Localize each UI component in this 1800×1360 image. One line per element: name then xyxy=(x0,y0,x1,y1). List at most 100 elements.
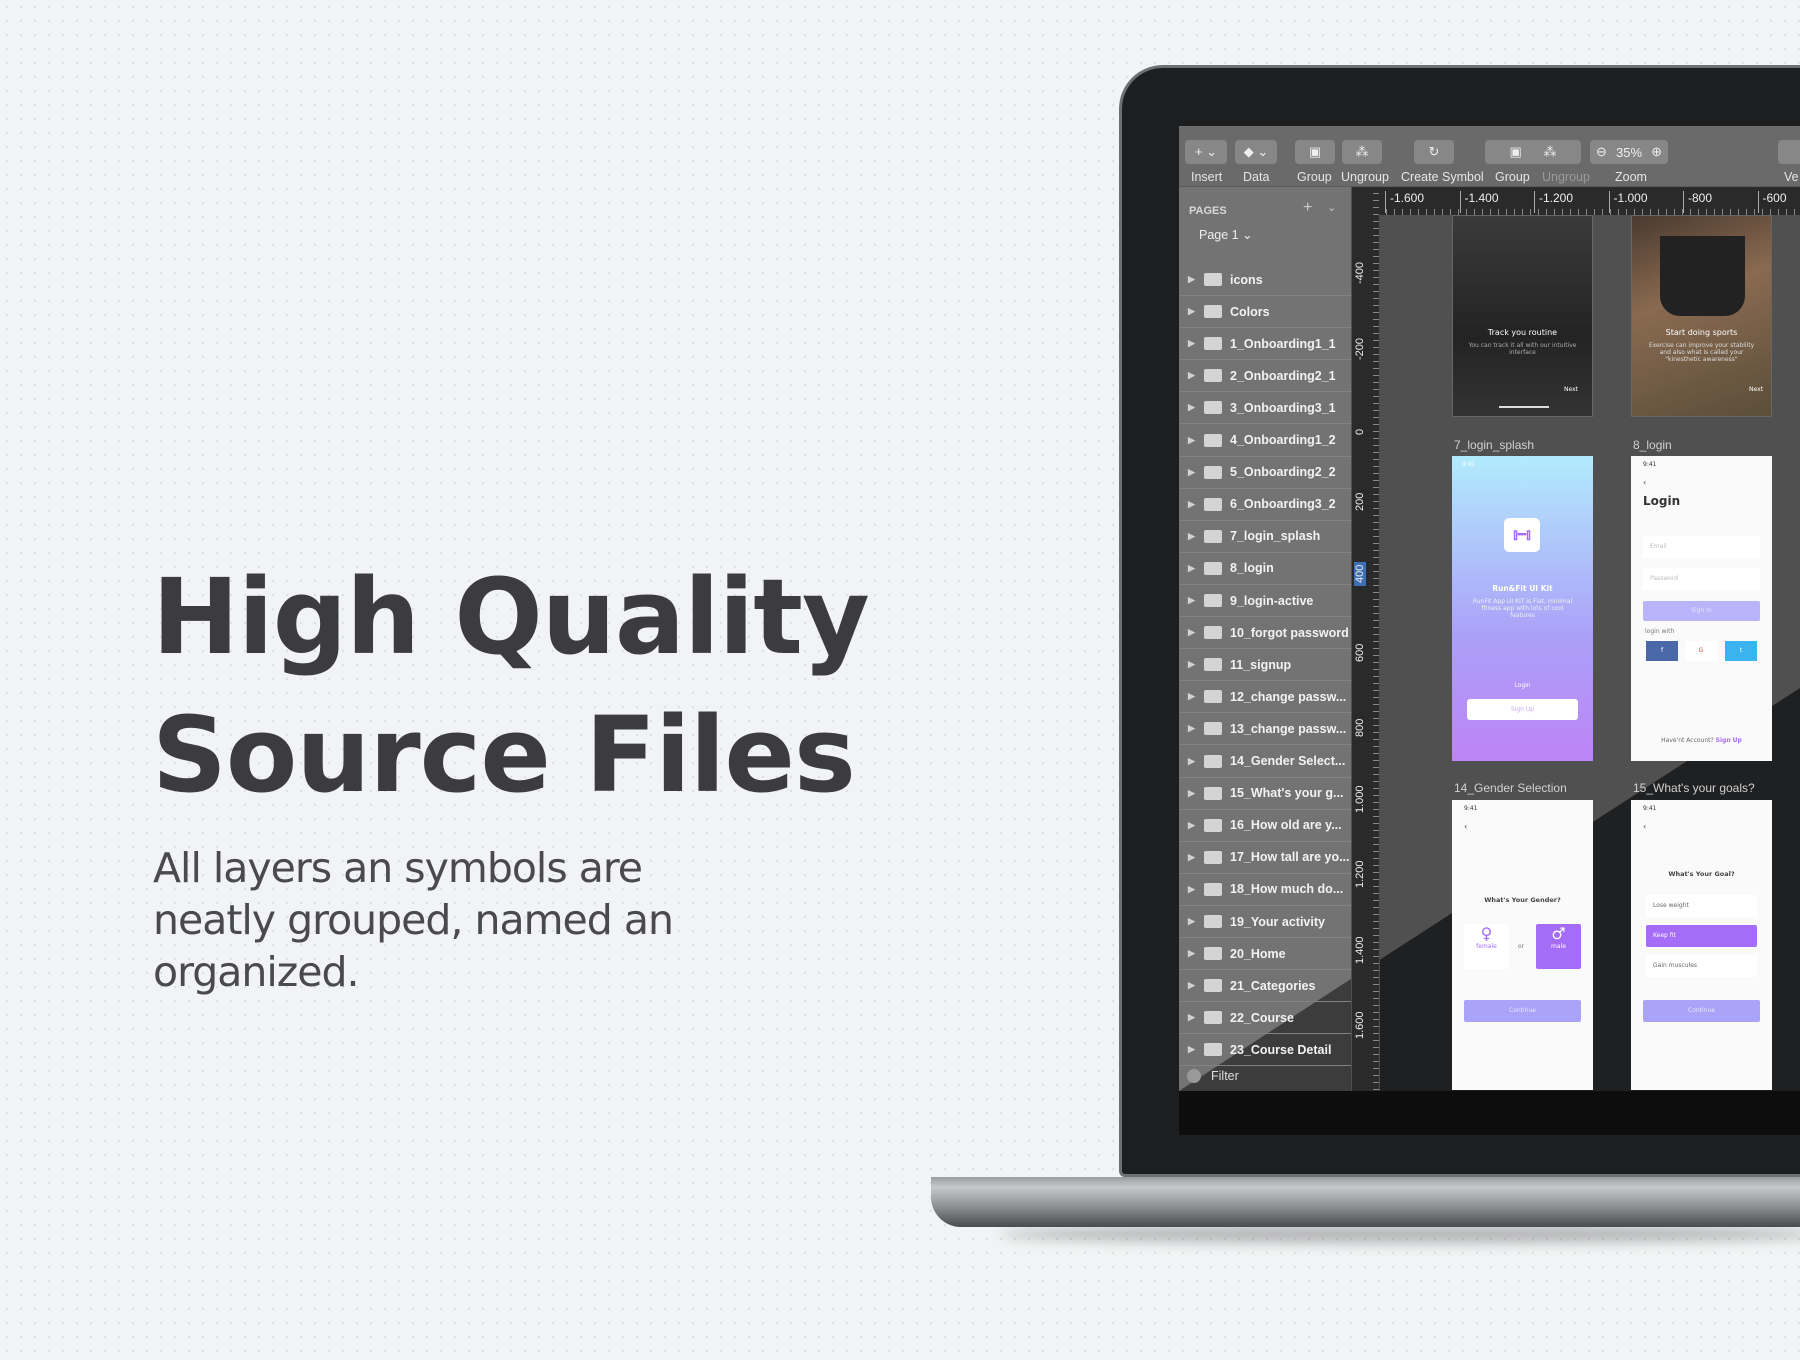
next-button[interactable]: Next xyxy=(1564,386,1578,393)
page-item[interactable]: ▶ 7_login_splash xyxy=(1179,521,1351,553)
back-icon[interactable]: ‹ xyxy=(1643,822,1646,831)
page-item[interactable]: ▶ 16_How old are y... xyxy=(1179,810,1351,842)
continue-button[interactable]: Continue xyxy=(1464,1000,1581,1022)
login-with-label: login with xyxy=(1645,628,1675,635)
expand-triangle-icon[interactable]: ▶ xyxy=(1188,723,1196,734)
expand-triangle-icon[interactable]: ▶ xyxy=(1188,370,1196,381)
artboard-icon xyxy=(1204,786,1222,800)
page-item[interactable]: ▶ 19_Your activity xyxy=(1179,906,1351,938)
goal-option-selected[interactable]: Keep fit xyxy=(1646,925,1757,947)
zoom-in-icon[interactable]: ⊕ xyxy=(1651,144,1662,160)
vertical-ruler[interactable]: -400 -200 0 200 400 600 800 1.000 1.200 1.400 1.60… xyxy=(1352,187,1379,1091)
expand-triangle-icon[interactable]: ▶ xyxy=(1188,1012,1196,1023)
female-option[interactable]: ♀ female xyxy=(1464,924,1509,969)
expand-triangle-icon[interactable]: ▶ xyxy=(1188,820,1196,831)
page-item[interactable]: ▶ 1_Onboarding1_1 xyxy=(1179,328,1351,361)
page-item[interactable]: ▶ 11_signup xyxy=(1179,649,1351,682)
expand-triangle-icon[interactable]: ▶ xyxy=(1188,756,1196,767)
artboard-gender-selection[interactable]: 9:41 ‹ What's Your Gender? ♀ female or ♂ m… xyxy=(1452,800,1593,1090)
group-ungroup-segment[interactable]: ▣ ⁂ xyxy=(1485,140,1581,164)
login-link[interactable]: Login xyxy=(1452,682,1593,689)
expand-triangle-icon[interactable]: ▶ xyxy=(1188,916,1196,927)
canvas[interactable]: Track you routine You can track it all w… xyxy=(1380,215,1800,1091)
page-item[interactable]: ▶ 18_How much do... xyxy=(1179,874,1351,906)
page-item-label: 11_signup xyxy=(1230,657,1292,672)
goal-option[interactable]: Lose weight xyxy=(1646,895,1757,917)
zoom-control[interactable]: ⊖ 35% ⊕ xyxy=(1590,140,1668,164)
zoom-out-icon[interactable]: ⊖ xyxy=(1596,144,1607,160)
expand-triangle-icon[interactable]: ▶ xyxy=(1188,691,1196,702)
signup-link[interactable]: Sign Up xyxy=(1716,737,1742,744)
view-button[interactable] xyxy=(1778,140,1800,164)
filter-input[interactable]: Filter xyxy=(1179,1061,1351,1091)
chevron-down-icon[interactable]: ⌄ xyxy=(1327,201,1336,214)
page-item[interactable]: ▶ 5_Onboarding2_2 xyxy=(1179,457,1351,489)
artboard-onboarding1[interactable]: Track you routine You can track it all w… xyxy=(1452,215,1593,417)
google-button[interactable]: G xyxy=(1685,641,1717,661)
horizontal-ruler[interactable]: -1.600 -1.400 -1.200 -1.000 -800 -600 xyxy=(1379,187,1800,215)
page-item[interactable]: ▶ 9_login-active xyxy=(1179,585,1351,617)
artboard-login[interactable]: 9:41 ‹ Login Email Password Sign In logi… xyxy=(1631,456,1772,761)
page-item[interactable]: ▶ 22_Course xyxy=(1179,1002,1351,1035)
page-item[interactable]: ▶ 4_Onboarding1_2 xyxy=(1179,425,1351,457)
page-item[interactable]: ▶ 12_change passw... xyxy=(1179,681,1351,714)
continue-button[interactable]: Continue xyxy=(1643,1000,1760,1022)
page-item[interactable]: ▶ 6_Onboarding3_2 xyxy=(1179,489,1351,521)
expand-triangle-icon[interactable]: ▶ xyxy=(1188,531,1196,542)
signin-button[interactable]: Sign In xyxy=(1643,601,1760,621)
page-item[interactable]: ▶ 13_change passw... xyxy=(1179,713,1351,746)
next-button[interactable]: Next xyxy=(1749,386,1763,393)
expand-triangle-icon[interactable]: ▶ xyxy=(1188,1044,1196,1055)
ungroup-button[interactable]: ⁂ xyxy=(1342,140,1382,164)
expand-triangle-icon[interactable]: ▶ xyxy=(1188,595,1196,606)
expand-triangle-icon[interactable]: ▶ xyxy=(1188,788,1196,799)
back-icon[interactable]: ‹ xyxy=(1464,822,1467,831)
artboard-goals[interactable]: 9:41 ‹ What's Your Goal? Lose weight Kee… xyxy=(1631,800,1772,1090)
artboard-onboarding2[interactable]: Start doing sports Exercise can improve … xyxy=(1631,215,1772,417)
expand-triangle-icon[interactable]: ▶ xyxy=(1188,627,1196,638)
gender-question: What's Your Gender? xyxy=(1484,896,1561,904)
page-item[interactable]: ▶ 21_Categories xyxy=(1179,970,1351,1003)
expand-triangle-icon[interactable]: ▶ xyxy=(1188,274,1196,285)
page-item[interactable]: ▶ 17_How tall are yo... xyxy=(1179,842,1351,874)
ruler-tick-label: 400 xyxy=(1354,561,1366,586)
insert-button[interactable]: + ⌄ xyxy=(1185,140,1227,164)
expand-triangle-icon[interactable]: ▶ xyxy=(1188,852,1196,863)
artboard-login-splash[interactable]: 9:41 ⫾━⫾ Run&Fit UI Kit RunFit App UI KI… xyxy=(1452,456,1593,761)
page-item[interactable]: ▶ 20_Home xyxy=(1179,938,1351,971)
create-symbol-button[interactable]: ↻ xyxy=(1414,140,1454,164)
back-icon[interactable]: ‹ xyxy=(1643,478,1646,487)
page-item-label: 22_Course xyxy=(1230,1010,1294,1025)
data-button[interactable]: ◆ ⌄ xyxy=(1235,140,1277,164)
page-item[interactable]: ▶ 14_Gender Select... xyxy=(1179,746,1351,778)
expand-triangle-icon[interactable]: ▶ xyxy=(1188,563,1196,574)
twitter-button[interactable]: t xyxy=(1725,641,1757,661)
ruler-tick-label: -1.400 xyxy=(1459,191,1499,213)
expand-triangle-icon[interactable]: ▶ xyxy=(1188,435,1196,446)
page-item[interactable]: ▶ 8_login xyxy=(1179,553,1351,585)
expand-triangle-icon[interactable]: ▶ xyxy=(1188,499,1196,510)
page-item[interactable]: ▶ 10_forgot password xyxy=(1179,617,1351,650)
group-button[interactable]: ▣ xyxy=(1295,140,1335,164)
page-item[interactable]: ▶ 2_Onboarding2_1 xyxy=(1179,360,1351,393)
page-item[interactable]: ▶ 15_What's your g... xyxy=(1179,778,1351,810)
male-option[interactable]: ♂ male xyxy=(1536,924,1581,969)
expand-triangle-icon[interactable]: ▶ xyxy=(1188,980,1196,991)
email-field[interactable]: Email xyxy=(1643,536,1760,558)
expand-triangle-icon[interactable]: ▶ xyxy=(1188,306,1196,317)
expand-triangle-icon[interactable]: ▶ xyxy=(1188,884,1196,895)
expand-triangle-icon[interactable]: ▶ xyxy=(1188,338,1196,349)
goal-option[interactable]: Gain muscules xyxy=(1646,955,1757,977)
page-selector[interactable]: Page 1 ⌄ xyxy=(1199,227,1253,242)
facebook-button[interactable]: f xyxy=(1646,641,1678,661)
page-item[interactable]: ▶ icons xyxy=(1179,264,1351,296)
page-item[interactable]: ▶ 3_Onboarding3_1 xyxy=(1179,392,1351,425)
expand-triangle-icon[interactable]: ▶ xyxy=(1188,402,1196,413)
expand-triangle-icon[interactable]: ▶ xyxy=(1188,948,1196,959)
password-field[interactable]: Password xyxy=(1643,568,1760,590)
add-page-icon[interactable]: + xyxy=(1303,199,1312,217)
page-item[interactable]: ▶ Colors xyxy=(1179,296,1351,329)
expand-triangle-icon[interactable]: ▶ xyxy=(1188,467,1196,478)
signup-button[interactable]: Sign Up xyxy=(1467,699,1578,720)
expand-triangle-icon[interactable]: ▶ xyxy=(1188,659,1196,670)
